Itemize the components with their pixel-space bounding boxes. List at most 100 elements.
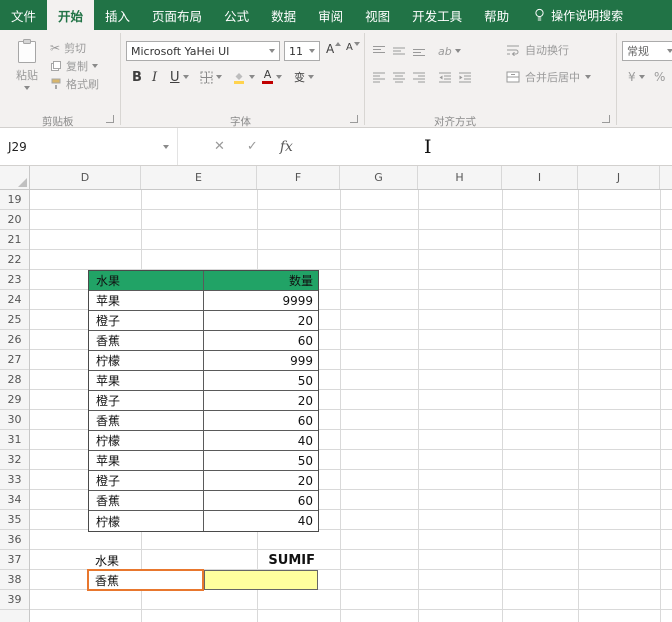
column-header[interactable]: F <box>257 166 340 189</box>
fruit-cell[interactable]: 苹果 <box>89 371 204 390</box>
row-header[interactable]: 19 <box>0 190 29 210</box>
font-name-dropdown-icon[interactable] <box>269 49 275 53</box>
row-header[interactable]: 35 <box>0 510 29 530</box>
criteria-input-cell[interactable]: 香蕉 <box>87 569 204 591</box>
qty-cell[interactable]: 60 <box>204 491 318 510</box>
fruit-cell[interactable]: 橙子 <box>89 311 204 330</box>
cut-button[interactable]: ✂ 剪切 <box>50 40 86 56</box>
fruit-cell[interactable]: 香蕉 <box>89 331 204 350</box>
enter-button[interactable]: ✓ <box>247 139 258 154</box>
column-header[interactable]: G <box>340 166 418 189</box>
tab-developer[interactable]: 开发工具 <box>401 0 473 30</box>
align-top-button[interactable] <box>372 42 386 60</box>
row-header[interactable]: 29 <box>0 390 29 410</box>
row-header[interactable]: 20 <box>0 210 29 230</box>
qty-cell[interactable]: 40 <box>204 431 318 450</box>
row-header[interactable]: 27 <box>0 350 29 370</box>
tab-help[interactable]: 帮助 <box>473 0 520 30</box>
align-bottom-button[interactable] <box>412 42 426 60</box>
fruit-cell[interactable]: 苹果 <box>89 291 204 310</box>
tab-file[interactable]: 文件 <box>0 0 47 30</box>
font-color-dropdown-icon[interactable] <box>276 75 282 79</box>
qty-cell[interactable]: 20 <box>204 471 318 490</box>
row-header[interactable]: 21 <box>0 230 29 250</box>
bold-button[interactable]: B <box>132 68 142 86</box>
qty-cell[interactable]: 60 <box>204 331 318 350</box>
fruit-cell[interactable]: 香蕉 <box>89 491 204 510</box>
name-box-dropdown-icon[interactable] <box>163 145 169 149</box>
paste-dropdown-icon[interactable] <box>24 86 30 90</box>
tab-data[interactable]: 数据 <box>260 0 307 30</box>
name-box[interactable]: J29 <box>0 128 178 165</box>
borders-button[interactable] <box>200 68 222 86</box>
fruit-cell[interactable]: 柠檬 <box>89 351 204 370</box>
copy-dropdown-icon[interactable] <box>92 64 98 68</box>
shrink-font-button[interactable]: A <box>346 42 360 53</box>
phonetic-button[interactable]: 变 <box>294 68 314 86</box>
row-header[interactable]: 32 <box>0 450 29 470</box>
cancel-button[interactable]: ✕ <box>214 139 225 154</box>
underline-button[interactable]: U <box>170 68 189 86</box>
row-header[interactable]: 31 <box>0 430 29 450</box>
qty-cell[interactable]: 9999 <box>204 291 318 310</box>
align-left-button[interactable] <box>372 68 386 86</box>
row-header[interactable]: 39 <box>0 590 29 610</box>
row-header[interactable]: 28 <box>0 370 29 390</box>
fill-color-dropdown-icon[interactable] <box>249 75 255 79</box>
column-header[interactable]: D <box>30 166 141 189</box>
decrease-indent-button[interactable] <box>438 68 452 86</box>
clipboard-dialog-launcher[interactable] <box>106 115 114 123</box>
increase-indent-button[interactable] <box>458 68 472 86</box>
fruit-cell[interactable]: 苹果 <box>89 451 204 470</box>
wrap-text-button[interactable]: 自动换行 <box>506 41 569 59</box>
fruit-cell[interactable]: 橙子 <box>89 391 204 410</box>
qty-cell[interactable]: 50 <box>204 451 318 470</box>
qty-cell[interactable]: 20 <box>204 311 318 330</box>
fruit-cell[interactable]: 橙子 <box>89 471 204 490</box>
percent-style-button[interactable]: % <box>654 68 665 86</box>
row-header[interactable]: 22 <box>0 250 29 270</box>
format-painter-button[interactable]: 格式刷 <box>50 76 99 92</box>
row-header[interactable]: 30 <box>0 410 29 430</box>
accounting-dropdown-icon[interactable] <box>639 75 645 79</box>
merge-center-dropdown-icon[interactable] <box>585 75 591 79</box>
tab-view[interactable]: 视图 <box>354 0 401 30</box>
tab-insert[interactable]: 插入 <box>94 0 141 30</box>
column-header[interactable]: I <box>502 166 578 189</box>
qty-cell[interactable]: 999 <box>204 351 318 370</box>
tab-home[interactable]: 开始 <box>47 0 94 30</box>
phonetic-dropdown-icon[interactable] <box>308 75 314 79</box>
row-header[interactable]: 37 <box>0 550 29 570</box>
fill-color-button[interactable] <box>232 68 255 86</box>
qty-cell[interactable]: 50 <box>204 371 318 390</box>
font-size-select[interactable]: 11 <box>284 41 320 61</box>
formula-input[interactable] <box>293 128 672 165</box>
font-dialog-launcher[interactable] <box>350 115 358 123</box>
orientation-dropdown-icon[interactable] <box>455 49 461 53</box>
merge-center-button[interactable]: 合并后居中 <box>506 68 591 86</box>
font-name-select[interactable]: Microsoft YaHei UI <box>126 41 280 61</box>
row-header[interactable]: 33 <box>0 470 29 490</box>
orientation-button[interactable]: ab <box>438 42 461 60</box>
table-header-fruit[interactable]: 水果 <box>89 271 204 290</box>
column-header[interactable]: J <box>578 166 660 189</box>
paste-button[interactable]: 粘贴 <box>6 38 48 90</box>
borders-dropdown-icon[interactable] <box>216 75 222 79</box>
qty-cell[interactable]: 40 <box>204 511 318 531</box>
qty-cell[interactable]: 20 <box>204 391 318 410</box>
tab-formulas[interactable]: 公式 <box>213 0 260 30</box>
sumif-caption-cell[interactable]: SUMIF <box>268 553 318 568</box>
row-header[interactable]: 24 <box>0 290 29 310</box>
insert-function-button[interactable]: fx <box>280 139 293 155</box>
italic-button[interactable]: I <box>152 68 157 86</box>
criteria-label-cell[interactable]: 水果 <box>88 552 119 569</box>
number-format-dropdown-icon[interactable] <box>667 49 672 53</box>
row-header[interactable]: 26 <box>0 330 29 350</box>
fruit-cell[interactable]: 柠檬 <box>89 431 204 450</box>
fruit-cell[interactable]: 柠檬 <box>89 511 204 531</box>
copy-button[interactable]: 复制 <box>50 58 98 74</box>
row-header[interactable]: 25 <box>0 310 29 330</box>
fruit-cell[interactable]: 香蕉 <box>89 411 204 430</box>
grow-font-button[interactable]: A <box>326 42 341 56</box>
sumif-result-cell[interactable] <box>204 570 318 590</box>
